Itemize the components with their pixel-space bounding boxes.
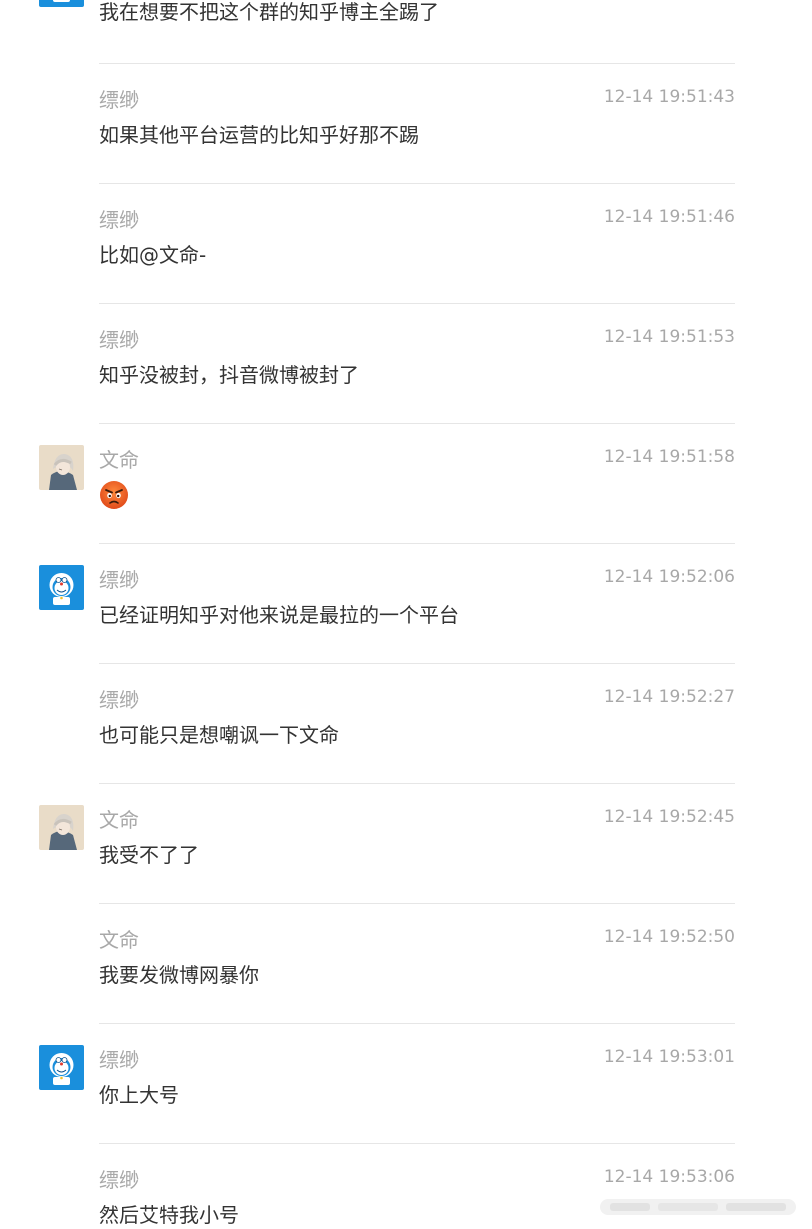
timestamp: 12-14 19:51:58 (603, 447, 735, 467)
avatar-anime[interactable] (39, 805, 84, 850)
sender-name: 文命 (99, 928, 139, 952)
message-item: 文命 12-14 19:52:50 我要发微博网暴你 (0, 903, 812, 1023)
message-text: 比如@文命- (99, 243, 207, 267)
message-item: 缥缈 12-14 19:51:43 如果其他平台运营的比知乎好那不踢 (0, 63, 812, 183)
timestamp: 12-14 19:53:01 (603, 1047, 735, 1067)
sender-name: 缥缈 (99, 1168, 139, 1192)
message-item: 缥缈 12-14 19:52:27 也可能只是想嘲讽一下文命 (0, 663, 812, 783)
divider (99, 63, 735, 64)
message-item: 缥缈 12-14 19:53:01 你上大号 (0, 1023, 812, 1143)
message-text: 你上大号 (99, 1083, 179, 1107)
message-item: 缥缈 12-14 19:51:46 比如@文命- (0, 183, 812, 303)
divider (99, 183, 735, 184)
message-text: 我在想要不把这个群的知乎博主全踢了 (99, 0, 439, 24)
message-item: 我在想要不把这个群的知乎博主全踢了 (0, 0, 812, 60)
timestamp: 12-14 19:52:50 (603, 927, 735, 947)
divider (99, 1023, 735, 1024)
message-text: 已经证明知乎对他来说是最拉的一个平台 (99, 603, 459, 627)
avatar-anime[interactable] (39, 445, 84, 490)
timestamp: 12-14 19:52:45 (603, 807, 735, 827)
divider (99, 1143, 735, 1144)
divider (99, 663, 735, 664)
timestamp: 12-14 19:51:53 (603, 327, 735, 347)
message-item: 文命 12-14 19:52:45 我受不了了 (0, 783, 812, 903)
sender-name: 缥缈 (99, 208, 139, 232)
sender-name: 缥缈 (99, 688, 139, 712)
sender-name: 缥缈 (99, 568, 139, 592)
angry-face-emoji-icon (99, 480, 129, 510)
message-text: 也可能只是想嘲讽一下文命 (99, 723, 339, 747)
message-text: 知乎没被封，抖音微博被封了 (99, 363, 359, 387)
sender-name: 缥缈 (99, 328, 139, 352)
message-item: 缥缈 12-14 19:51:53 知乎没被封，抖音微博被封了 (0, 303, 812, 423)
sender-name: 文命 (99, 808, 139, 832)
timestamp: 12-14 19:51:43 (603, 87, 735, 107)
timestamp: 12-14 19:53:06 (603, 1167, 735, 1187)
timestamp: 12-14 19:52:06 (603, 567, 735, 587)
chat-history: 我在想要不把这个群的知乎博主全踢了 缥缈 12-14 19:51:43 如果其他… (0, 0, 812, 1229)
message-text: 然后艾特我小号 (99, 1203, 239, 1227)
avatar-doraemon[interactable] (39, 565, 84, 610)
sender-name: 缥缈 (99, 1048, 139, 1072)
message-item: 文命 12-14 19:51:58 (0, 423, 812, 543)
divider (99, 783, 735, 784)
timestamp: 12-14 19:51:46 (603, 207, 735, 227)
divider (99, 423, 735, 424)
avatar-doraemon[interactable] (39, 1045, 84, 1090)
divider (99, 303, 735, 304)
avatar-doraemon[interactable] (39, 0, 84, 7)
sender-name: 缥缈 (99, 88, 139, 112)
message-text: 我要发微博网暴你 (99, 963, 259, 987)
divider (99, 543, 735, 544)
watermark-image (600, 1196, 800, 1218)
message-text: 如果其他平台运营的比知乎好那不踢 (99, 123, 419, 147)
timestamp: 12-14 19:52:27 (603, 687, 735, 707)
divider (99, 903, 735, 904)
message-text: 我受不了了 (99, 843, 199, 867)
sender-name: 文命 (99, 448, 139, 472)
message-item: 缥缈 12-14 19:52:06 已经证明知乎对他来说是最拉的一个平台 (0, 543, 812, 663)
